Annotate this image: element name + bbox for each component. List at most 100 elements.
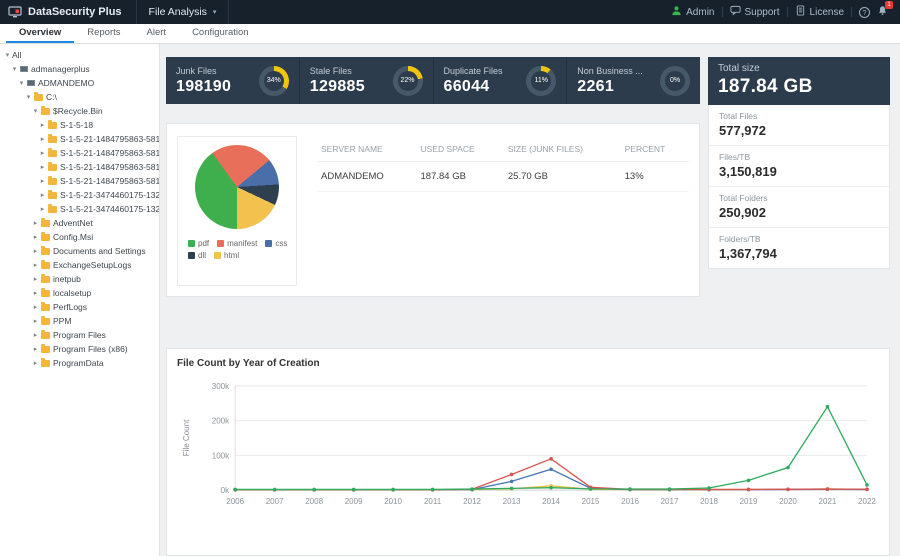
tree-item-s-1-5-21-1484795863-581620[interactable]: ▸S-1-5-21-1484795863-581620 xyxy=(0,132,159,146)
tree-item-localsetup[interactable]: ▸localsetup xyxy=(0,286,159,300)
divider xyxy=(787,7,788,17)
tree-item-label: C:\ xyxy=(46,92,57,102)
support-label: Support xyxy=(745,7,780,18)
tree-item-adventnet[interactable]: ▸AdventNet xyxy=(0,216,159,230)
tree-item-documents-and-settings[interactable]: ▸Documents and Settings xyxy=(0,244,159,258)
caret-right-icon[interactable]: ▸ xyxy=(31,317,40,325)
tab-alert[interactable]: Alert xyxy=(134,24,180,43)
svg-text:2019: 2019 xyxy=(740,497,758,506)
tree-item-s-1-5-21-3474460175-132841[interactable]: ▸S-1-5-21-3474460175-132841 xyxy=(0,202,159,216)
table-header-server-name: SERVER NAME xyxy=(317,138,417,162)
caret-right-icon[interactable]: ▸ xyxy=(31,219,40,227)
caret-right-icon[interactable]: ▸ xyxy=(38,191,47,199)
notifications-button[interactable]: 1 xyxy=(877,5,888,19)
gauge-percent-label: 34% xyxy=(264,71,284,91)
caret-right-icon[interactable]: ▸ xyxy=(38,149,47,157)
stat-card-value: 198190 xyxy=(176,78,231,96)
caret-down-icon[interactable]: ▾ xyxy=(3,51,12,59)
tree-item-program-files-x86[interactable]: ▸Program Files (x86) xyxy=(0,342,159,356)
caret-right-icon[interactable]: ▸ xyxy=(38,135,47,143)
divider xyxy=(722,7,723,17)
tree-item-s-1-5-18[interactable]: ▸S-1-5-18 xyxy=(0,118,159,132)
tree-item-s-1-5-21-3474460175-132841[interactable]: ▸S-1-5-21-3474460175-132841 xyxy=(0,188,159,202)
caret-right-icon[interactable]: ▸ xyxy=(31,303,40,311)
stat-card-stale-files[interactable]: Stale Files12988522% xyxy=(300,57,434,104)
tab-overview[interactable]: Overview xyxy=(6,24,74,43)
tree-item-programdata[interactable]: ▸ProgramData xyxy=(0,356,159,370)
stat-cards-row: Junk Files198190 34% Stale Files12988522%D… xyxy=(166,57,700,104)
svg-text:2008: 2008 xyxy=(305,497,323,506)
caret-right-icon[interactable]: ▸ xyxy=(31,359,40,367)
gauge-percent-label: 0% xyxy=(665,71,685,91)
stat-card-text: Non Business ...2261 xyxy=(577,66,643,96)
caret-right-icon[interactable]: ▸ xyxy=(31,289,40,297)
tree-item-c[interactable]: ▾ C:\ xyxy=(0,90,159,104)
tree-item-config-msi[interactable]: ▸Config.Msi xyxy=(0,230,159,244)
admin-menu[interactable]: Admin xyxy=(671,5,714,19)
file-type-pie-chart[interactable] xyxy=(195,145,279,229)
stat-card-junk-files[interactable]: Junk Files198190 34% xyxy=(166,57,300,104)
tree-item-label: admanagerplus xyxy=(31,64,90,74)
tree-item-s-1-5-21-1484795863-581620[interactable]: ▸S-1-5-21-1484795863-581620 xyxy=(0,160,159,174)
topbar: DataSecurity Plus File Analysis ▾ Admin … xyxy=(0,0,900,24)
legend-item-html: html xyxy=(214,251,239,260)
server-table: SERVER NAMEUSED SPACESIZE (JUNK FILES)PE… xyxy=(317,138,689,192)
caret-right-icon[interactable]: ▸ xyxy=(38,177,47,185)
admin-label: Admin xyxy=(686,7,714,18)
table-header-percent: PERCENT xyxy=(621,138,689,162)
caret-right-icon[interactable]: ▸ xyxy=(31,331,40,339)
summary-row-label: Total Folders xyxy=(719,193,879,203)
caret-right-icon[interactable]: ▸ xyxy=(38,121,47,129)
module-selector[interactable]: File Analysis ▾ xyxy=(136,0,230,24)
svg-text:200k: 200k xyxy=(212,417,230,426)
help-icon[interactable]: ? xyxy=(859,7,870,18)
tree-item-exchangesetuplogs[interactable]: ▸ExchangeSetupLogs xyxy=(0,258,159,272)
tab-configuration[interactable]: Configuration xyxy=(179,24,262,43)
caret-down-icon[interactable]: ▾ xyxy=(31,107,40,115)
folder-icon xyxy=(41,108,50,115)
file-count-line-chart[interactable]: 0k100k200k300k20062007200820092010201120… xyxy=(177,373,879,525)
legend-swatch xyxy=(214,252,221,259)
tree-item-admandemo[interactable]: ▾ADMANDEMO xyxy=(0,76,159,90)
table-header-size-junk-files: SIZE (JUNK FILES) xyxy=(504,138,621,162)
caret-right-icon[interactable]: ▸ xyxy=(38,163,47,171)
stat-card-value: 2261 xyxy=(577,78,643,96)
caret-right-icon[interactable]: ▸ xyxy=(31,233,40,241)
tree-item-perflogs[interactable]: ▸PerfLogs xyxy=(0,300,159,314)
tab-reports[interactable]: Reports xyxy=(74,24,133,43)
license-menu[interactable]: License xyxy=(795,5,844,19)
caret-right-icon[interactable]: ▸ xyxy=(31,275,40,283)
table-cell: ADMANDEMO xyxy=(317,162,417,192)
caret-right-icon[interactable]: ▸ xyxy=(31,247,40,255)
tree-item-ppm[interactable]: ▸PPM xyxy=(0,314,159,328)
caret-right-icon[interactable]: ▸ xyxy=(31,345,40,353)
tree-item-admanagerplus[interactable]: ▾ admanagerplus xyxy=(0,62,159,76)
tree-item-s-1-5-21-1484795863-581620[interactable]: ▸S-1-5-21-1484795863-581620 xyxy=(0,146,159,160)
svg-text:2022: 2022 xyxy=(858,497,876,506)
tree-item-program-files[interactable]: ▸Program Files xyxy=(0,328,159,342)
folder-icon xyxy=(41,276,50,283)
tree-item-label: inetpub xyxy=(53,274,81,284)
tree-item-s-1-5-21-1484795863-581620[interactable]: ▸S-1-5-21-1484795863-581620 xyxy=(0,174,159,188)
table-cell: 13% xyxy=(621,162,689,192)
caret-right-icon[interactable]: ▸ xyxy=(31,261,40,269)
stat-card-duplicate-files[interactable]: Duplicate Files6604411% xyxy=(434,57,568,104)
stat-card-text: Junk Files198190 xyxy=(176,66,231,96)
caret-down-icon[interactable]: ▾ xyxy=(24,93,33,101)
caret-right-icon[interactable]: ▸ xyxy=(38,205,47,213)
svg-text:File Count: File Count xyxy=(182,419,191,456)
tree-item-recycle-bin[interactable]: ▾$Recycle.Bin xyxy=(0,104,159,118)
legend-label: manifest xyxy=(227,239,257,248)
gauge-percent-label: 22% xyxy=(398,71,418,91)
support-menu[interactable]: Support xyxy=(730,5,780,19)
license-document-icon xyxy=(795,5,806,19)
table-header-row: SERVER NAMEUSED SPACESIZE (JUNK FILES)PE… xyxy=(317,138,689,162)
app-root: DataSecurity Plus File Analysis ▾ Admin … xyxy=(0,0,900,556)
tree-item-all[interactable]: ▾All xyxy=(0,48,159,62)
svg-text:2012: 2012 xyxy=(463,497,481,506)
series-green xyxy=(233,405,868,491)
tree-item-inetpub[interactable]: ▸ inetpub xyxy=(0,272,159,286)
stat-card-non-business[interactable]: Non Business ...2261 0% xyxy=(567,57,700,104)
caret-down-icon[interactable]: ▾ xyxy=(10,65,19,73)
caret-down-icon[interactable]: ▾ xyxy=(17,79,26,87)
